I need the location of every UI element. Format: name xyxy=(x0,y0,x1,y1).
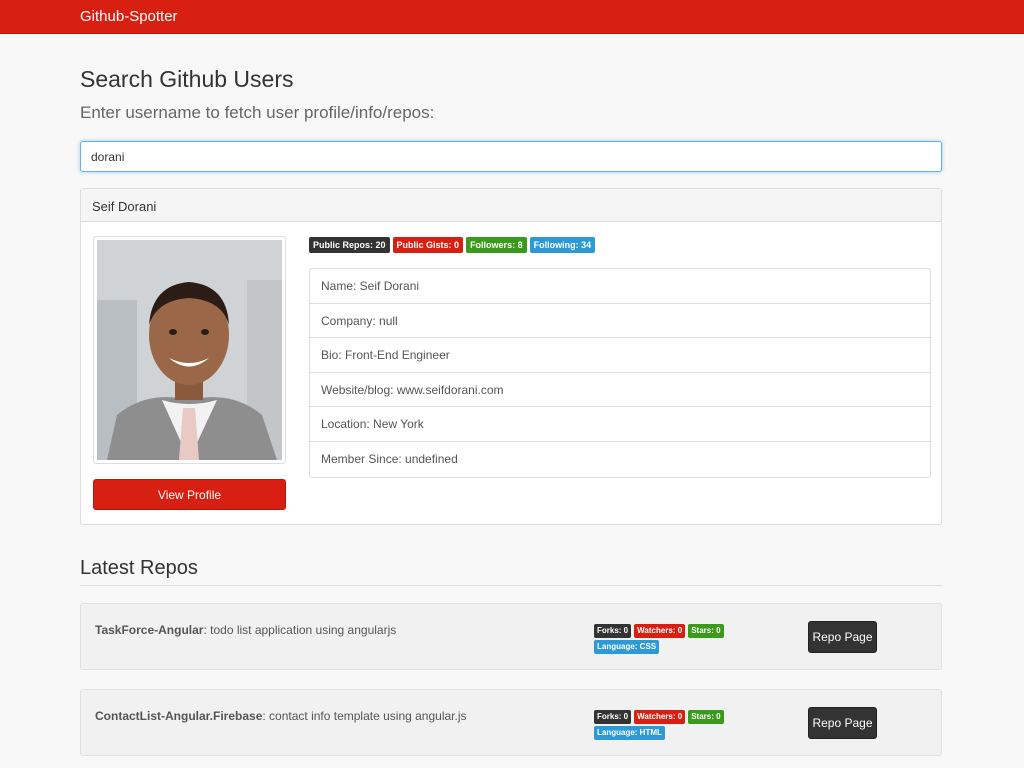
repo-summary: TaskForce-Angular: todo list application… xyxy=(95,623,396,637)
avatar-photo xyxy=(97,240,282,460)
view-profile-button[interactable]: View Profile xyxy=(93,479,286,510)
repo-name: ContactList-Angular.Firebase xyxy=(95,709,263,723)
forks-badge: Forks: 0 xyxy=(594,624,632,638)
latest-repos-title: Latest Repos xyxy=(80,557,198,579)
repo-description: : contact info template using angular.js xyxy=(262,709,467,723)
language-badge: Language: HTML xyxy=(594,726,665,740)
forks-badge: Forks: 0 xyxy=(594,710,632,724)
repos-divider xyxy=(80,585,942,586)
repo-page-button[interactable]: Repo Page xyxy=(808,621,877,653)
info-website: Website/blog: www.seifdorani.com xyxy=(310,373,930,408)
top-navbar: Github-Spotter xyxy=(0,0,1024,34)
language-badge: Language: CSS xyxy=(594,640,660,654)
repo-item: ContactList-Angular.Firebase: contact in… xyxy=(80,689,942,756)
repo-item: TaskForce-Angular: todo list application… xyxy=(80,603,942,670)
watchers-badge: Watchers: 0 xyxy=(634,624,686,638)
stars-badge: Stars: 0 xyxy=(688,624,724,638)
info-bio: Bio: Front-End Engineer xyxy=(310,338,930,373)
repo-description: : todo list application using angularjs xyxy=(203,623,397,637)
stars-badge: Stars: 0 xyxy=(688,710,724,724)
info-member-since: Member Since: undefined xyxy=(321,451,458,466)
brand-link[interactable]: Github-Spotter xyxy=(80,8,178,25)
public-gists-badge: Public Gists: 0 xyxy=(392,237,464,253)
profile-heading: Seif Dorani xyxy=(81,189,941,222)
repo-stats-badges: Forks: 0 Watchers: 0 Stars: 0 Language: … xyxy=(594,624,744,654)
followers-badge: Followers: 8 xyxy=(466,237,527,253)
watchers-badge: Watchers: 0 xyxy=(634,710,686,724)
page-subtitle: Enter username to fetch user profile/inf… xyxy=(80,103,435,122)
avatar-frame xyxy=(93,236,286,464)
profile-panel: Seif Dorani View Profile Public Repos: 2… xyxy=(80,188,942,525)
info-name: Name: Seif Dorani xyxy=(310,269,930,304)
info-location: Location: New York xyxy=(310,407,930,442)
page-title: Search Github Users xyxy=(80,66,294,92)
profile-info-list: Name: Seif Dorani Company: null Bio: Fro… xyxy=(309,268,931,478)
repo-stats-badges: Forks: 0 Watchers: 0 Stars: 0 Language: … xyxy=(594,710,744,740)
username-search-input[interactable] xyxy=(80,141,942,172)
avatar xyxy=(97,240,282,460)
repo-summary: ContactList-Angular.Firebase: contact in… xyxy=(95,709,467,723)
public-repos-badge: Public Repos: 20 xyxy=(309,237,390,253)
repo-name: TaskForce-Angular xyxy=(95,623,204,637)
profile-stats-badges: Public Repos: 20 Public Gists: 0 Followe… xyxy=(309,237,596,253)
repo-page-button[interactable]: Repo Page xyxy=(808,707,877,739)
info-company: Company: null xyxy=(310,304,930,339)
following-badge: Following: 34 xyxy=(529,237,596,253)
